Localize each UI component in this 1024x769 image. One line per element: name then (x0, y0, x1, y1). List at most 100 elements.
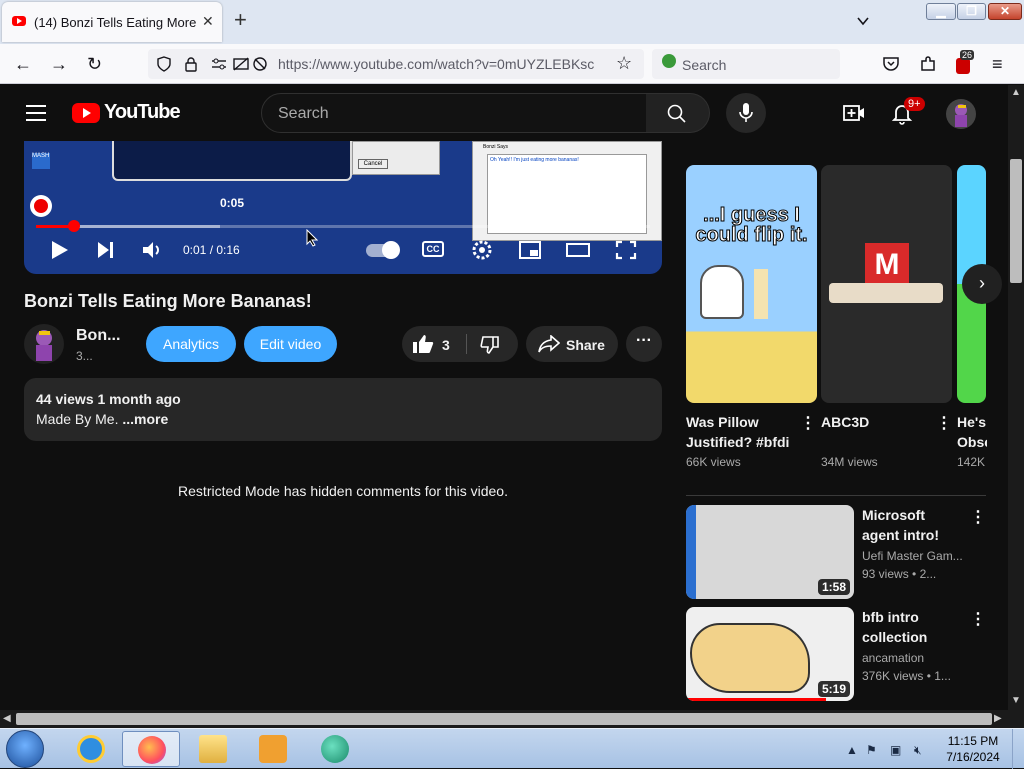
scroll-left-icon[interactable]: ◀ (3, 713, 11, 724)
tray-network-icon[interactable]: ▣ (890, 743, 901, 757)
youtube-logo-icon[interactable] (72, 103, 100, 123)
short-character (700, 265, 744, 319)
notification-count-badge: 9+ (904, 97, 925, 111)
vertical-scroll-thumb[interactable] (1010, 159, 1022, 283)
fullscreen-icon[interactable] (614, 239, 638, 261)
taskbar-clock[interactable]: 11:15 PM 7/16/2024 (942, 733, 1004, 765)
browser-tab-active[interactable]: (14) Bonzi Tells Eating More Bananas! ✕ (2, 2, 222, 42)
captions-button[interactable]: CC (422, 241, 444, 257)
scroll-up-icon[interactable]: ▲ (1011, 87, 1021, 98)
vertical-scrollbar[interactable]: ▲ ▼ (1008, 85, 1024, 710)
app-icon (321, 735, 349, 763)
edit-video-button[interactable]: Edit video (244, 326, 337, 362)
related-thumbnail[interactable]: 5:19 (686, 607, 854, 701)
channel-name[interactable]: Bon... (76, 327, 120, 345)
create-video-icon[interactable] (842, 101, 866, 125)
related-title[interactable]: Microsoft agent intro! (862, 505, 966, 545)
back-arrow-icon[interactable]: ← (14, 54, 32, 74)
short-title[interactable]: He's Obse (957, 412, 987, 452)
mouse-cursor-icon (306, 229, 318, 247)
miniplayer-icon[interactable] (518, 239, 542, 261)
ublock-origin-icon[interactable] (956, 58, 970, 74)
channel-avatar[interactable] (24, 324, 64, 364)
account-avatar[interactable] (946, 99, 976, 129)
description-box[interactable]: 44 views 1 month ago Made By Me. ...more (24, 378, 662, 441)
window-restore-button[interactable]: ❐ (957, 3, 986, 20)
url-bar[interactable]: https://www.youtube.com/watch?v=0mUYZLEB… (148, 49, 644, 79)
taskbar-media-player[interactable] (244, 731, 302, 767)
related-menu-icon[interactable]: ⋮ (970, 609, 986, 629)
related-channel[interactable]: ancamation (862, 651, 924, 665)
short-title[interactable]: Was Pillow Justified? #bfdi (686, 412, 796, 452)
related-meta: 376K views • 1... (862, 669, 951, 683)
short-menu-icon[interactable]: ⋮ (800, 413, 816, 433)
progress-bar[interactable] (36, 225, 650, 228)
taskbar-explorer[interactable] (184, 731, 242, 767)
like-thumb-icon[interactable] (412, 334, 434, 354)
url-text: https://www.youtube.com/watch?v=0mUYZLEB… (278, 56, 595, 72)
settings-gear-icon[interactable] (470, 239, 494, 261)
watched-progress-bar (686, 698, 826, 701)
horizontal-scroll-thumb[interactable] (16, 713, 992, 725)
browser-search-box[interactable]: Search (652, 49, 840, 79)
new-tab-button[interactable]: + (234, 9, 247, 31)
related-video[interactable]: 1:58 Microsoft agent intro! ⋮ Uefi Maste… (686, 505, 986, 601)
autoplay-toggle[interactable] (366, 241, 400, 259)
tray-volume-icon[interactable]: 🔇︎ (914, 743, 922, 758)
youtube-header: YouTube Search 9+ (0, 85, 1008, 141)
taskbar-firefox[interactable] (122, 731, 180, 767)
next-video-icon[interactable] (94, 239, 118, 261)
bookmark-star-icon[interactable]: ☆ (616, 53, 632, 74)
analytics-button[interactable]: Analytics (146, 326, 236, 362)
taskbar-internet-explorer[interactable] (62, 731, 120, 767)
related-meta: 93 views • 2... (862, 567, 936, 581)
short-thumbnail[interactable]: ...I guess I could flip it. (686, 165, 817, 403)
theater-mode-icon[interactable] (566, 239, 590, 261)
autoplay-blocked-icon[interactable] (252, 56, 268, 72)
description-more-link[interactable]: ...more (122, 411, 168, 427)
browser-tab-bar: (14) Bonzi Tells Eating More Bananas! ✕ … (0, 0, 1024, 44)
reload-icon[interactable]: ↻ (87, 54, 102, 74)
dislike-thumb-icon[interactable] (480, 335, 500, 355)
more-actions-button[interactable]: ··· (626, 326, 662, 362)
related-channel[interactable]: Uefi Master Gam... (862, 549, 963, 563)
related-thumbnail[interactable]: 1:58 (686, 505, 854, 599)
taskbar-app[interactable] (306, 731, 364, 767)
tray-flag-icon[interactable]: ⚑ (866, 743, 877, 757)
play-icon[interactable] (48, 239, 72, 261)
scrubber-handle[interactable] (68, 220, 81, 232)
list-all-tabs-icon[interactable] (856, 14, 870, 28)
related-video[interactable]: 5:19 bfb intro collection ⋮ ancamation 3… (686, 607, 986, 703)
permissions-icon[interactable] (210, 56, 228, 72)
youtube-search-input[interactable]: Search (261, 93, 647, 133)
start-button[interactable] (6, 730, 44, 768)
shorts-next-button[interactable]: › (962, 264, 1002, 304)
tray-overflow-icon[interactable]: ▲ (846, 743, 858, 757)
pocket-icon[interactable] (882, 55, 900, 73)
show-desktop-button[interactable] (1012, 729, 1024, 769)
related-age: • 1... (926, 669, 951, 683)
extensions-puzzle-icon[interactable] (919, 55, 937, 73)
guide-menu-icon[interactable] (26, 105, 46, 121)
blocked-media-icon[interactable] (232, 56, 250, 72)
lock-icon[interactable] (184, 56, 198, 72)
short-menu-icon[interactable]: ⋮ (936, 413, 952, 433)
volume-icon[interactable] (140, 239, 164, 261)
video-player[interactable]: MASH Cancel Bonzi Says Oh Yeah!! I'm jus… (24, 141, 662, 274)
related-menu-icon[interactable]: ⋮ (970, 507, 986, 527)
youtube-logo-text[interactable]: YouTube (104, 101, 181, 124)
scroll-right-icon[interactable]: ▶ (994, 713, 1002, 724)
short-thumbnail[interactable]: M (821, 165, 952, 403)
forward-arrow-icon[interactable]: → (50, 54, 68, 74)
youtube-search-button[interactable] (646, 93, 710, 133)
window-minimize-button[interactable]: ▁ (926, 3, 956, 20)
shield-icon[interactable] (156, 56, 172, 72)
hamburger-menu-icon[interactable]: ≡ (992, 54, 1003, 74)
horizontal-scrollbar[interactable]: ◀ ▶ (0, 710, 1024, 728)
scroll-down-icon[interactable]: ▼ (1011, 695, 1021, 706)
short-title[interactable]: ABC3D (821, 412, 931, 432)
voice-search-button[interactable] (726, 93, 766, 133)
related-title[interactable]: bfb intro collection (862, 607, 966, 647)
tab-close-icon[interactable]: ✕ (202, 13, 214, 30)
window-close-button[interactable]: ✕ (988, 3, 1022, 20)
